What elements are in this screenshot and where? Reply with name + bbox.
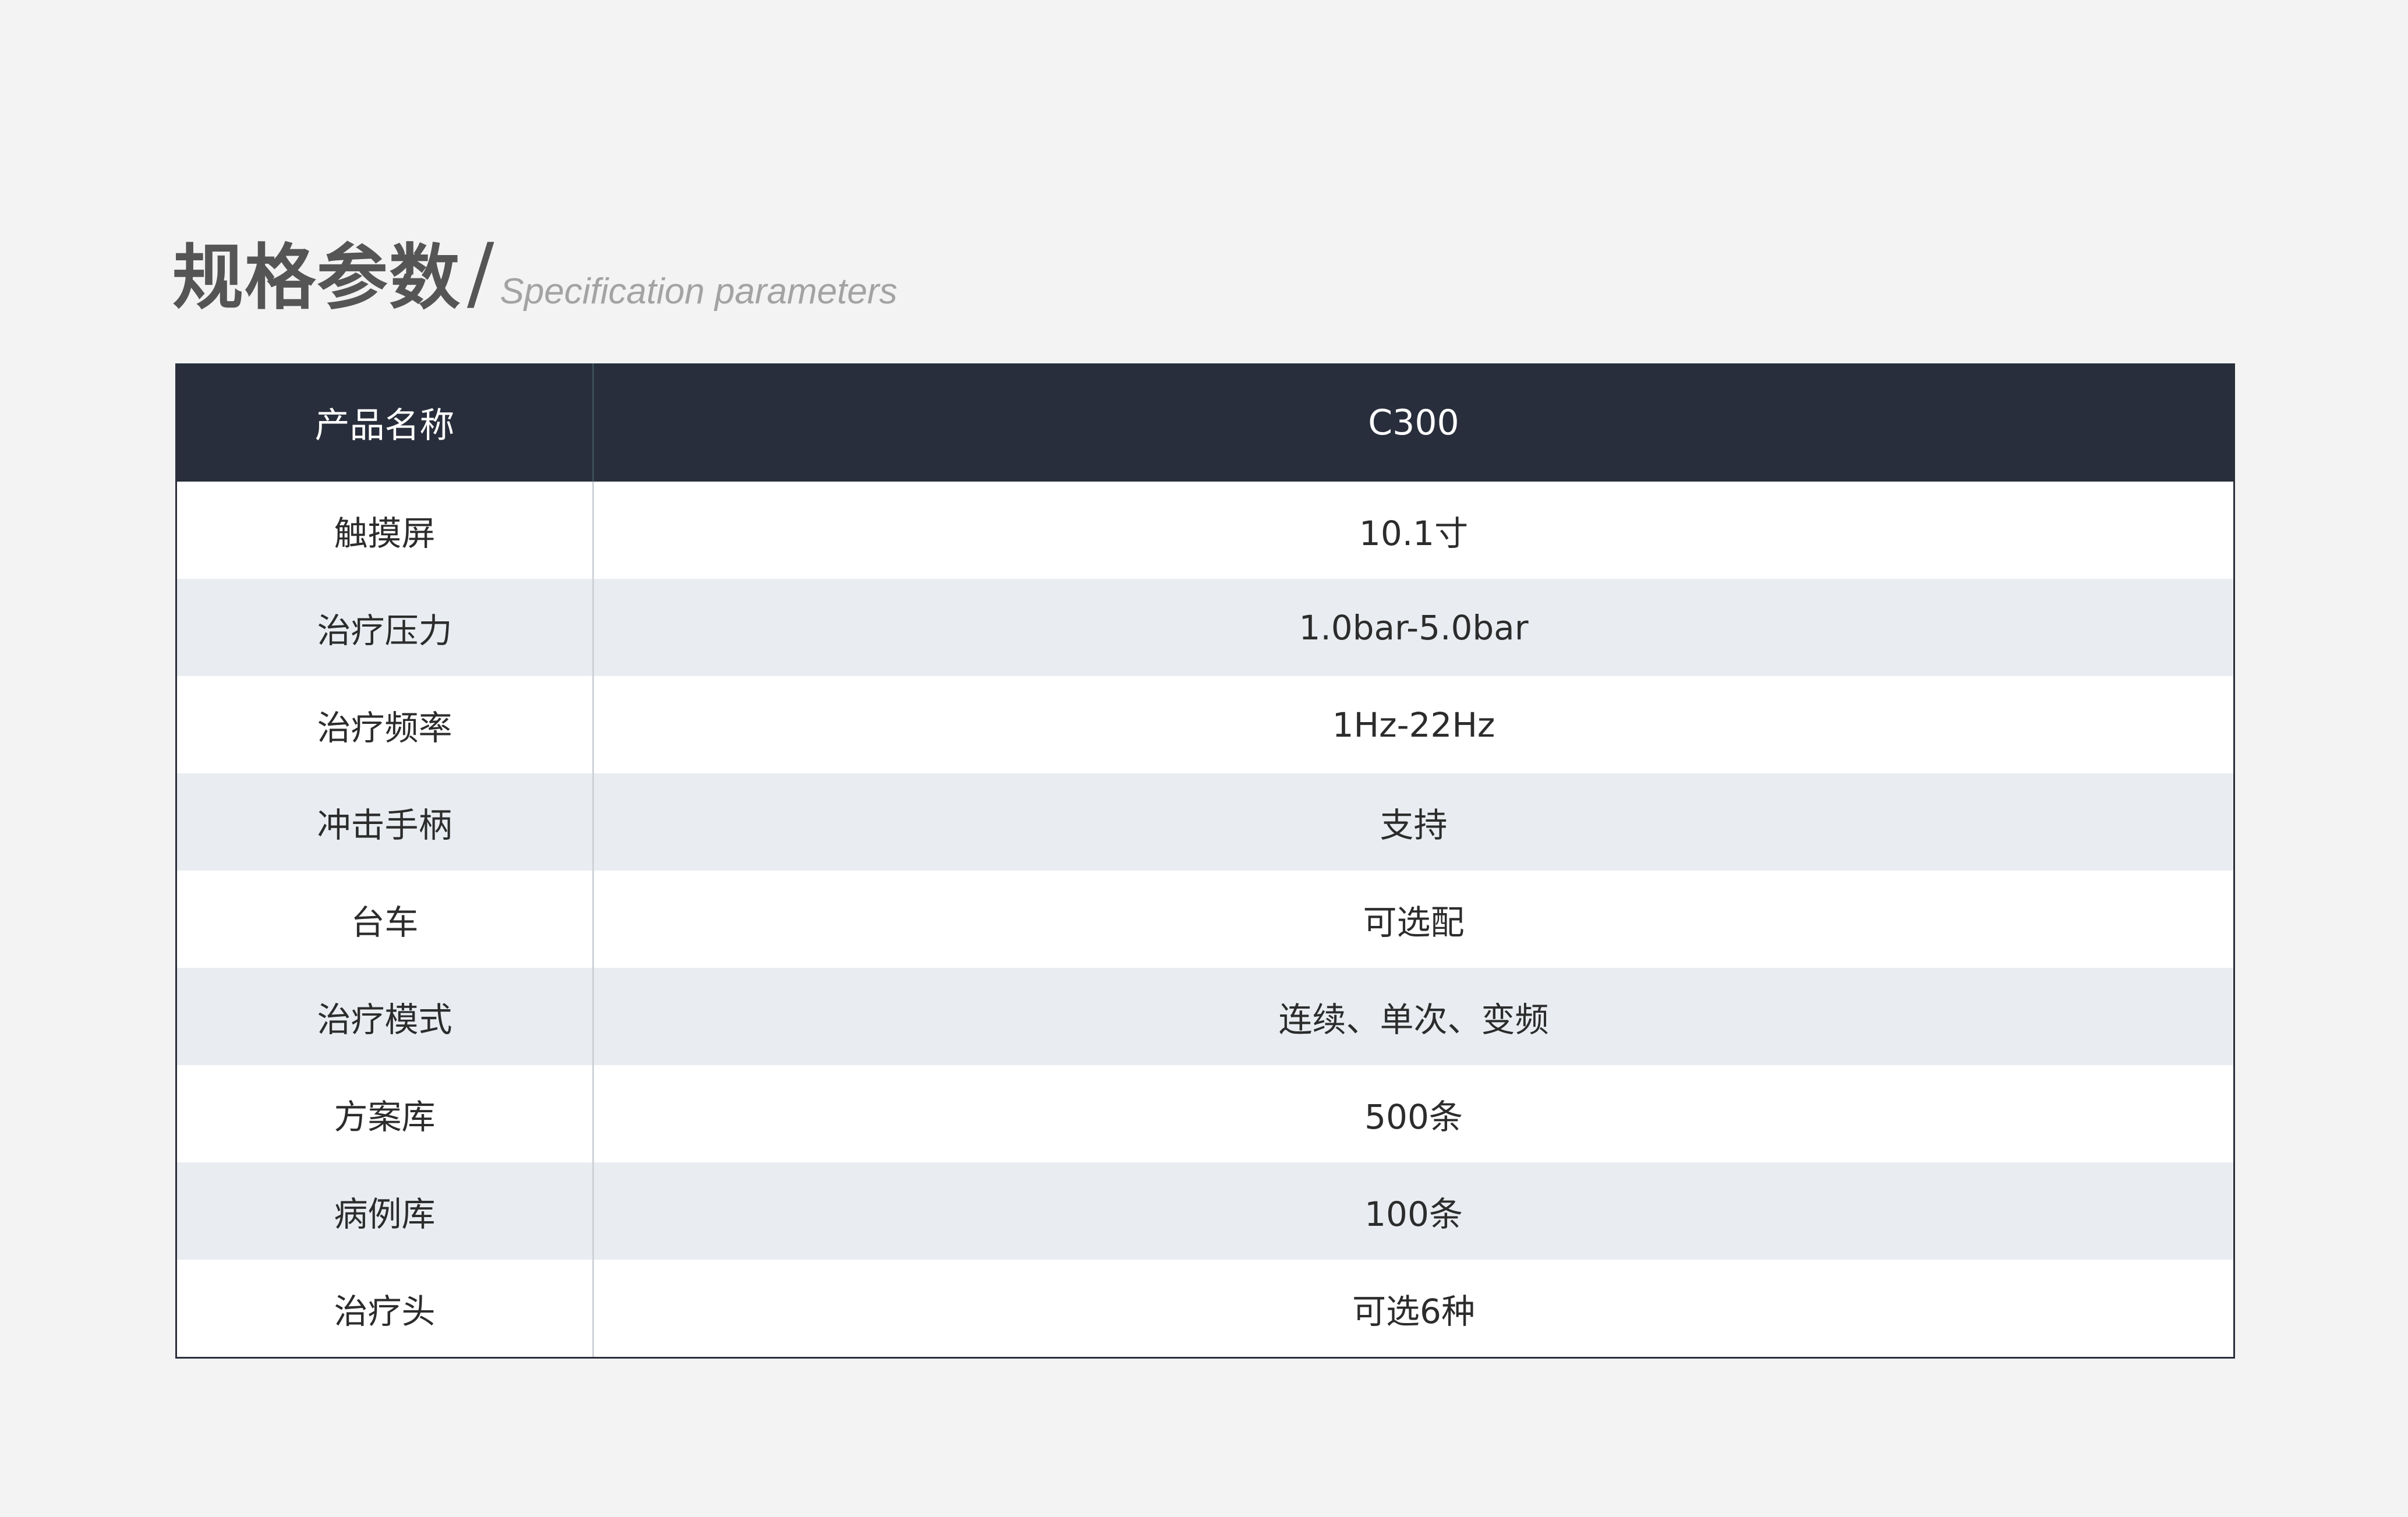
row-label: 病例库 [177,1162,594,1260]
spec-table: 产品名称 C300 触摸屏 10.1寸 治疗压力 1.0bar-5.0bar 治… [175,363,2235,1359]
header-label-cell: 产品名称 [177,363,594,482]
table-row: 冲击手柄 支持 [177,773,2233,871]
table-row: 病例库 100条 [177,1162,2233,1260]
row-label: 治疗频率 [177,676,594,773]
table-row: 治疗头 可选6种 [177,1260,2233,1357]
table-row: 治疗频率 1Hz-22Hz [177,676,2233,773]
header-value-cell: C300 [1368,402,1459,443]
row-value: 1.0bar-5.0bar [1299,607,1529,648]
row-value: 连续、单次、变频 [1278,999,1549,1039]
row-label: 触摸屏 [177,482,594,579]
row-value: 10.1寸 [1359,513,1469,553]
table-row: 治疗模式 连续、单次、变频 [177,968,2233,1065]
row-value: 1Hz-22Hz [1332,705,1495,745]
row-label: 方案库 [177,1065,594,1162]
row-label: 冲击手柄 [177,773,594,871]
row-label: 治疗头 [177,1260,594,1357]
row-label: 治疗压力 [177,579,594,676]
table-row: 治疗压力 1.0bar-5.0bar [177,579,2233,676]
section-heading: 规格参数 / Specification parameters [172,214,897,320]
table-row: 方案库 500条 [177,1065,2233,1162]
row-label: 台车 [177,871,594,968]
title-separator: / [467,226,494,320]
row-label: 治疗模式 [177,968,594,1065]
table-row: 触摸屏 10.1寸 [177,482,2233,579]
page-title: 规格参数 [172,236,461,319]
row-value: 可选6种 [1352,1291,1475,1331]
row-value: 100条 [1364,1194,1463,1234]
table-row: 台车 可选配 [177,871,2233,968]
row-value: 500条 [1364,1097,1463,1137]
row-value: 支持 [1380,805,1448,845]
page-subtitle: Specification parameters [500,271,897,312]
row-value: 可选配 [1363,902,1465,942]
table-header-row: 产品名称 C300 [177,363,2233,482]
